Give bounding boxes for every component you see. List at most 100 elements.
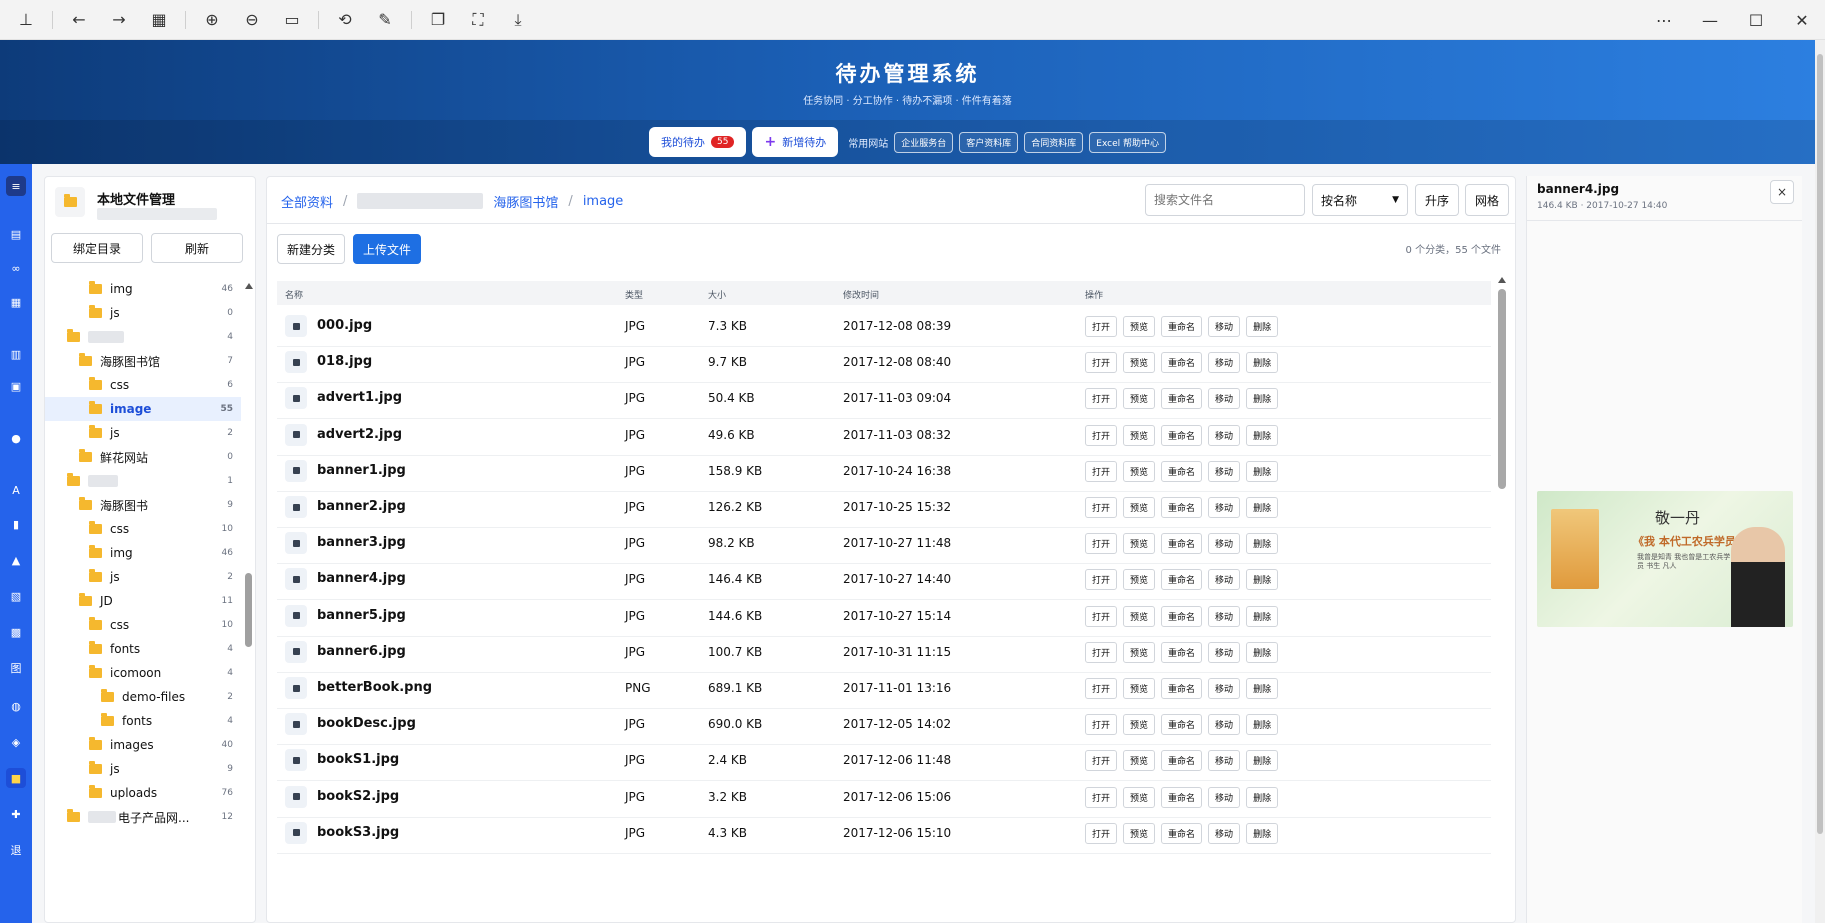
preview-button[interactable]: 预览 bbox=[1123, 678, 1156, 699]
globe-icon[interactable]: ◍ bbox=[6, 696, 26, 716]
bell-icon[interactable]: ▲ bbox=[6, 550, 26, 570]
tree-folder[interactable]: img 46 bbox=[45, 277, 241, 301]
book-icon[interactable]: ▥ bbox=[6, 344, 26, 364]
tree-folder[interactable]: JD 11 bbox=[45, 589, 241, 613]
open-button[interactable]: 打开 bbox=[1085, 424, 1118, 446]
preview-button[interactable]: 预览 bbox=[1123, 533, 1156, 555]
font-icon[interactable]: A bbox=[6, 480, 26, 500]
delete-button[interactable]: 删除 bbox=[1246, 533, 1279, 555]
delete-button[interactable]: 删除 bbox=[1246, 786, 1279, 808]
image-icon[interactable]: 图 bbox=[6, 658, 26, 678]
tree-folder[interactable]: img 46 bbox=[45, 541, 241, 565]
tree-folder[interactable]: js 2 bbox=[45, 421, 241, 445]
delete-button[interactable]: 删除 bbox=[1246, 641, 1279, 663]
rename-button[interactable]: 重命名 bbox=[1161, 497, 1203, 518]
move-button[interactable]: 移动 bbox=[1208, 786, 1241, 808]
file-name[interactable]: 000.jpg bbox=[317, 318, 372, 333]
preview-button[interactable]: 预览 bbox=[1123, 605, 1156, 627]
delete-button[interactable]: 删除 bbox=[1246, 352, 1279, 374]
copy-icon[interactable]: ❐ bbox=[418, 0, 458, 40]
move-button[interactable]: 移动 bbox=[1208, 714, 1241, 736]
open-button[interactable]: 打开 bbox=[1085, 316, 1118, 337]
site-link[interactable]: Excel 帮助中心 bbox=[1089, 131, 1166, 153]
scroll-up-icon[interactable] bbox=[245, 283, 253, 289]
document-icon[interactable]: ▤ bbox=[6, 224, 26, 244]
site-link[interactable]: 合同资料库 bbox=[1024, 131, 1084, 153]
tree-folder[interactable]: 电子产品网... 12 bbox=[45, 805, 241, 829]
tree-folder[interactable]: fonts 4 bbox=[45, 637, 241, 661]
rename-button[interactable]: 重命名 bbox=[1161, 641, 1203, 663]
tree-folder[interactable]: css 10 bbox=[45, 613, 241, 637]
delete-button[interactable]: 删除 bbox=[1246, 316, 1279, 337]
open-button[interactable]: 打开 bbox=[1085, 678, 1118, 699]
close-icon[interactable]: × bbox=[1770, 180, 1794, 204]
open-button[interactable]: 打开 bbox=[1085, 786, 1118, 808]
move-button[interactable]: 移动 bbox=[1208, 605, 1241, 627]
move-button[interactable]: 移动 bbox=[1208, 460, 1241, 482]
more-icon[interactable]: ⋯ bbox=[1641, 0, 1687, 40]
move-button[interactable]: 移动 bbox=[1208, 822, 1241, 844]
preview-button[interactable]: 预览 bbox=[1123, 352, 1156, 374]
logout-icon[interactable]: 退 bbox=[6, 840, 26, 860]
move-button[interactable]: 移动 bbox=[1208, 641, 1241, 663]
preview-button[interactable]: 预览 bbox=[1123, 424, 1156, 446]
link-icon[interactable]: ∞ bbox=[6, 258, 26, 278]
screenshot-icon[interactable]: ⛶ bbox=[458, 0, 498, 40]
rename-button[interactable]: 重命名 bbox=[1161, 786, 1203, 808]
delete-button[interactable]: 删除 bbox=[1246, 569, 1279, 591]
delete-button[interactable]: 删除 bbox=[1246, 497, 1279, 518]
move-button[interactable]: 移动 bbox=[1208, 388, 1241, 410]
tree-folder[interactable]: 1 bbox=[45, 469, 241, 493]
grid-view-button[interactable]: 网格 bbox=[1465, 184, 1509, 216]
preview-button[interactable]: 预览 bbox=[1123, 316, 1156, 337]
new-todo-button[interactable]: + 新增待办 bbox=[752, 127, 839, 157]
move-button[interactable]: 移动 bbox=[1208, 424, 1241, 446]
tree-folder[interactable]: demo-files 2 bbox=[45, 685, 241, 709]
file-name[interactable]: bookS2.jpg bbox=[317, 789, 399, 804]
tree-folder-selected[interactable]: image 55 bbox=[45, 397, 241, 421]
upload-file-button[interactable]: 上传文件 bbox=[353, 234, 421, 264]
move-button[interactable]: 移动 bbox=[1208, 316, 1241, 337]
tree-folder[interactable]: fonts 4 bbox=[45, 709, 241, 733]
open-button[interactable]: 打开 bbox=[1085, 714, 1118, 736]
delete-button[interactable]: 删除 bbox=[1246, 750, 1279, 772]
zoom-in-icon[interactable]: ⊕ bbox=[192, 0, 232, 40]
tree-folder[interactable]: images 40 bbox=[45, 733, 241, 757]
zoom-out-icon[interactable]: ⊖ bbox=[232, 0, 272, 40]
delete-button[interactable]: 删除 bbox=[1246, 388, 1279, 410]
grid-icon[interactable]: ▦ bbox=[139, 0, 179, 40]
rotate-icon[interactable]: ⟲ bbox=[325, 0, 365, 40]
page-scrollbar-thumb[interactable] bbox=[1817, 54, 1823, 834]
back-icon[interactable]: ← bbox=[59, 0, 99, 40]
tree-folder[interactable]: css 10 bbox=[45, 517, 241, 541]
move-button[interactable]: 移动 bbox=[1208, 533, 1241, 555]
refresh-button[interactable]: 刷新 bbox=[151, 233, 243, 263]
column-header-type[interactable]: 类型 bbox=[625, 288, 643, 301]
preview-button[interactable]: 预览 bbox=[1123, 822, 1156, 844]
open-button[interactable]: 打开 bbox=[1085, 352, 1118, 374]
calendar-icon[interactable]: ▦ bbox=[6, 292, 26, 312]
breadcrumb-item[interactable]: 全部资料 bbox=[281, 192, 333, 211]
puzzle-icon[interactable]: ✚ bbox=[6, 804, 26, 824]
delete-button[interactable]: 删除 bbox=[1246, 822, 1279, 844]
delete-button[interactable]: 删除 bbox=[1246, 678, 1279, 699]
site-link[interactable]: 企业服务台 bbox=[894, 131, 954, 153]
tree-folder[interactable]: js 2 bbox=[45, 565, 241, 589]
table-row[interactable]: bookS3.jpg JPG 4.3 KB 2017-12-06 15:10 打开 预览重… bbox=[277, 812, 1491, 854]
file-name[interactable]: advert2.jpg bbox=[317, 427, 402, 442]
rename-button[interactable]: 重命名 bbox=[1161, 533, 1203, 555]
open-button[interactable]: 打开 bbox=[1085, 605, 1118, 627]
preview-button[interactable]: 预览 bbox=[1123, 460, 1156, 482]
close-window-icon[interactable]: ✕ bbox=[1779, 0, 1825, 40]
my-todos-button[interactable]: 我的待办 55 bbox=[649, 127, 747, 157]
move-button[interactable]: 移动 bbox=[1208, 750, 1241, 772]
tree-folder[interactable]: js 9 bbox=[45, 757, 241, 781]
table-scrollbar-thumb[interactable] bbox=[1498, 289, 1506, 489]
preview-button[interactable]: 预览 bbox=[1123, 497, 1156, 518]
tree-folder[interactable]: 海豚图书馆 7 bbox=[45, 349, 241, 373]
move-button[interactable]: 移动 bbox=[1208, 352, 1241, 374]
column-header-name[interactable]: 名称 bbox=[285, 288, 303, 301]
open-button[interactable]: 打开 bbox=[1085, 750, 1118, 772]
building-icon[interactable]: ▩ bbox=[6, 622, 26, 642]
move-button[interactable]: 移动 bbox=[1208, 569, 1241, 591]
